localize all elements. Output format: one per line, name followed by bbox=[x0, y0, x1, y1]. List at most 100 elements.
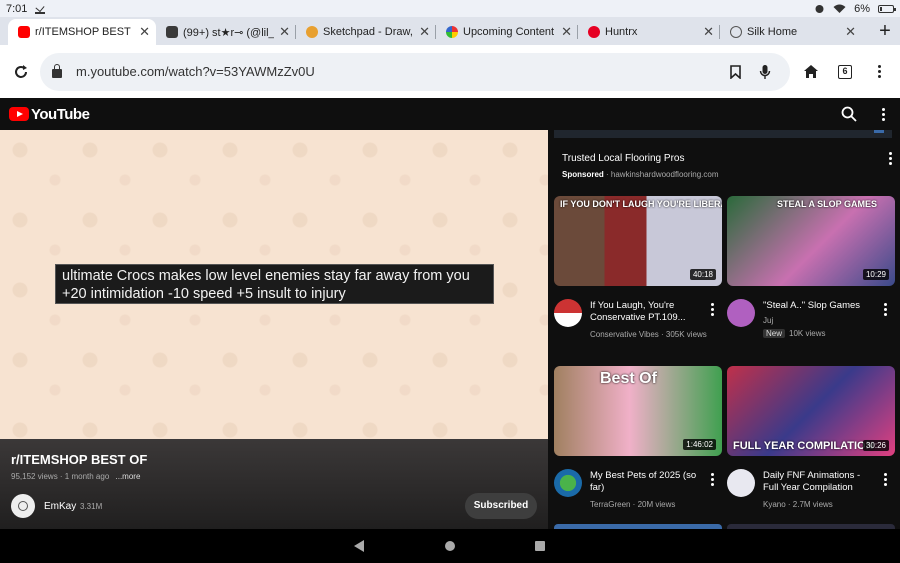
new-tab-button[interactable]: + bbox=[870, 19, 900, 45]
channel-avatar[interactable] bbox=[554, 469, 582, 497]
channel-name[interactable]: EmKay bbox=[44, 501, 76, 512]
more-link[interactable]: ...more bbox=[116, 472, 141, 481]
video-info-panel: r/ITEMSHOP BEST OF 95,152 views · 1 mont… bbox=[0, 439, 548, 529]
sponsored-label: Sponsored bbox=[562, 170, 604, 179]
address-bar[interactable]: m.youtube.com/watch?v=53YAWMzZv0U bbox=[40, 52, 790, 91]
ad-sponsor-line: Sponsored · hawkinshardwoodflooring.com bbox=[562, 170, 719, 179]
home-button[interactable] bbox=[794, 53, 828, 91]
video-duration: 1:46:02 bbox=[683, 439, 716, 450]
fandom-icon bbox=[446, 26, 458, 38]
twitter-icon bbox=[166, 26, 178, 38]
video-card-menu-button[interactable] bbox=[711, 473, 714, 486]
tab-title: Sketchpad - Draw, Cre bbox=[323, 26, 414, 38]
recents-icon[interactable] bbox=[535, 541, 545, 551]
download-complete-icon bbox=[35, 4, 46, 14]
tab-sketchpad[interactable]: Sketchpad - Draw, Cre ✕ bbox=[296, 19, 436, 45]
close-icon[interactable]: ✕ bbox=[845, 24, 856, 40]
sketchpad-icon bbox=[306, 26, 318, 38]
video-card-menu-button[interactable] bbox=[884, 473, 887, 486]
video-card-channel: Juj bbox=[763, 316, 774, 325]
video-thumbnail[interactable]: IF YOU DON'T LAUGH YOU'RE LIBERAL 40:18 bbox=[554, 196, 722, 286]
more-vert-icon bbox=[877, 65, 881, 78]
video-card-title[interactable]: My Best Pets of 2025 (so far) bbox=[590, 470, 702, 494]
reload-button[interactable] bbox=[2, 53, 40, 91]
tab-title: Huntrx bbox=[605, 26, 638, 38]
close-icon[interactable]: ✕ bbox=[139, 24, 150, 40]
pinterest-icon bbox=[588, 26, 600, 38]
video-thumbnail[interactable]: Best Of 1:46:02 bbox=[554, 366, 722, 456]
more-vert-icon bbox=[711, 303, 714, 316]
previous-item-edge bbox=[554, 130, 892, 138]
video-meta: 95,152 views · 1 month ago ...more bbox=[11, 472, 140, 481]
view-count-and-date: 95,152 views · 1 month ago bbox=[11, 472, 110, 481]
video-duration: 40:18 bbox=[689, 269, 716, 280]
view-count: 10K views bbox=[789, 329, 826, 338]
search-icon bbox=[841, 106, 857, 122]
back-icon[interactable] bbox=[354, 540, 364, 552]
status-bar: 7:01 6% bbox=[0, 0, 900, 17]
microphone-icon bbox=[759, 64, 771, 79]
more-vert-icon bbox=[889, 152, 892, 165]
ad-title[interactable]: Trusted Local Flooring Pros bbox=[562, 153, 684, 164]
video-title[interactable]: r/ITEMSHOP BEST OF bbox=[11, 452, 147, 467]
video-card-menu-button[interactable] bbox=[884, 303, 887, 316]
channel-avatar[interactable] bbox=[727, 469, 755, 497]
video-card-title[interactable]: "Steal A.." Slop Games bbox=[763, 300, 875, 312]
browser-toolbar: m.youtube.com/watch?v=53YAWMzZv0U 6 bbox=[0, 45, 900, 98]
battery-icon bbox=[878, 4, 896, 13]
tab-title: Silk Home bbox=[747, 26, 798, 38]
youtube-play-icon bbox=[9, 107, 29, 121]
globe-icon bbox=[730, 26, 742, 38]
bookmark-icon bbox=[729, 64, 741, 79]
close-icon[interactable]: ✕ bbox=[419, 24, 430, 40]
tab-huntrx[interactable]: Huntrx ✕ bbox=[578, 19, 720, 45]
youtube-wordmark: YouTube bbox=[31, 105, 90, 123]
status-time: 7:01 bbox=[6, 2, 28, 15]
video-thumbnail[interactable]: STEAL A SLOP GAMES 10:29 bbox=[727, 196, 895, 286]
voice-search-button[interactable] bbox=[750, 57, 780, 87]
alarm-icon bbox=[815, 5, 824, 13]
tab-itemshop[interactable]: r/ITEMSHOP BEST OF ✕ bbox=[8, 19, 156, 45]
tab-twitter[interactable]: (99+) st★r⊸ (@lil_st4 ✕ bbox=[156, 19, 296, 45]
more-vert-icon bbox=[884, 473, 887, 486]
video-player[interactable]: ultimate Crocs makes low level enemies s… bbox=[0, 130, 548, 439]
subscriber-count: 3.31M bbox=[80, 502, 103, 511]
subscribed-button[interactable]: Subscribed bbox=[465, 493, 537, 519]
video-card-title[interactable]: If You Laugh, You're Conservative PT.109… bbox=[590, 300, 702, 324]
youtube-icon bbox=[18, 26, 30, 38]
bookmark-button[interactable] bbox=[720, 57, 750, 87]
tab-upcoming-content[interactable]: Upcoming Content | D ✕ bbox=[436, 19, 578, 45]
youtube-logo[interactable]: YouTube bbox=[9, 105, 90, 123]
tab-switcher-button[interactable]: 6 bbox=[828, 53, 862, 91]
close-icon[interactable]: ✕ bbox=[279, 24, 290, 40]
system-nav-bar bbox=[0, 529, 900, 563]
new-badge: New bbox=[763, 329, 786, 338]
close-icon[interactable]: ✕ bbox=[703, 24, 714, 40]
channel-avatar[interactable] bbox=[554, 299, 582, 327]
home-icon bbox=[804, 65, 818, 78]
reload-icon bbox=[15, 64, 27, 78]
url-text[interactable]: m.youtube.com/watch?v=53YAWMzZv0U bbox=[76, 64, 720, 79]
channel-avatar[interactable] bbox=[11, 494, 35, 518]
video-card-menu-button[interactable] bbox=[711, 303, 714, 316]
video-caption: ultimate Crocs makes low level enemies s… bbox=[55, 264, 494, 304]
tab-silk-home[interactable]: Silk Home ✕ bbox=[720, 19, 862, 45]
youtube-header: YouTube bbox=[0, 98, 900, 130]
video-thumbnail[interactable]: FULL YEAR COMPILATION 30:26 bbox=[727, 366, 895, 456]
thumbnail-text: Best Of bbox=[600, 370, 657, 387]
tab-count: 6 bbox=[838, 64, 852, 79]
home-nav-icon[interactable] bbox=[445, 541, 455, 551]
thumbnail-text: IF YOU DON'T LAUGH YOU'RE LIBERAL bbox=[560, 199, 722, 209]
video-card-channel: Kyano · 2.7M views bbox=[763, 500, 833, 509]
browser-menu-button[interactable] bbox=[862, 53, 896, 91]
youtube-menu-button[interactable] bbox=[866, 98, 900, 130]
wifi-icon bbox=[833, 4, 846, 13]
search-button[interactable] bbox=[832, 98, 866, 130]
more-vert-icon bbox=[884, 303, 887, 316]
channel-avatar[interactable] bbox=[727, 299, 755, 327]
close-icon[interactable]: ✕ bbox=[561, 24, 572, 40]
tab-title: Upcoming Content | D bbox=[463, 26, 556, 38]
video-card-title[interactable]: Daily FNF Animations - Full Year Compila… bbox=[763, 470, 875, 494]
ad-menu-button[interactable] bbox=[889, 152, 892, 165]
thumbnail-text: FULL YEAR COMPILATION bbox=[733, 440, 874, 452]
